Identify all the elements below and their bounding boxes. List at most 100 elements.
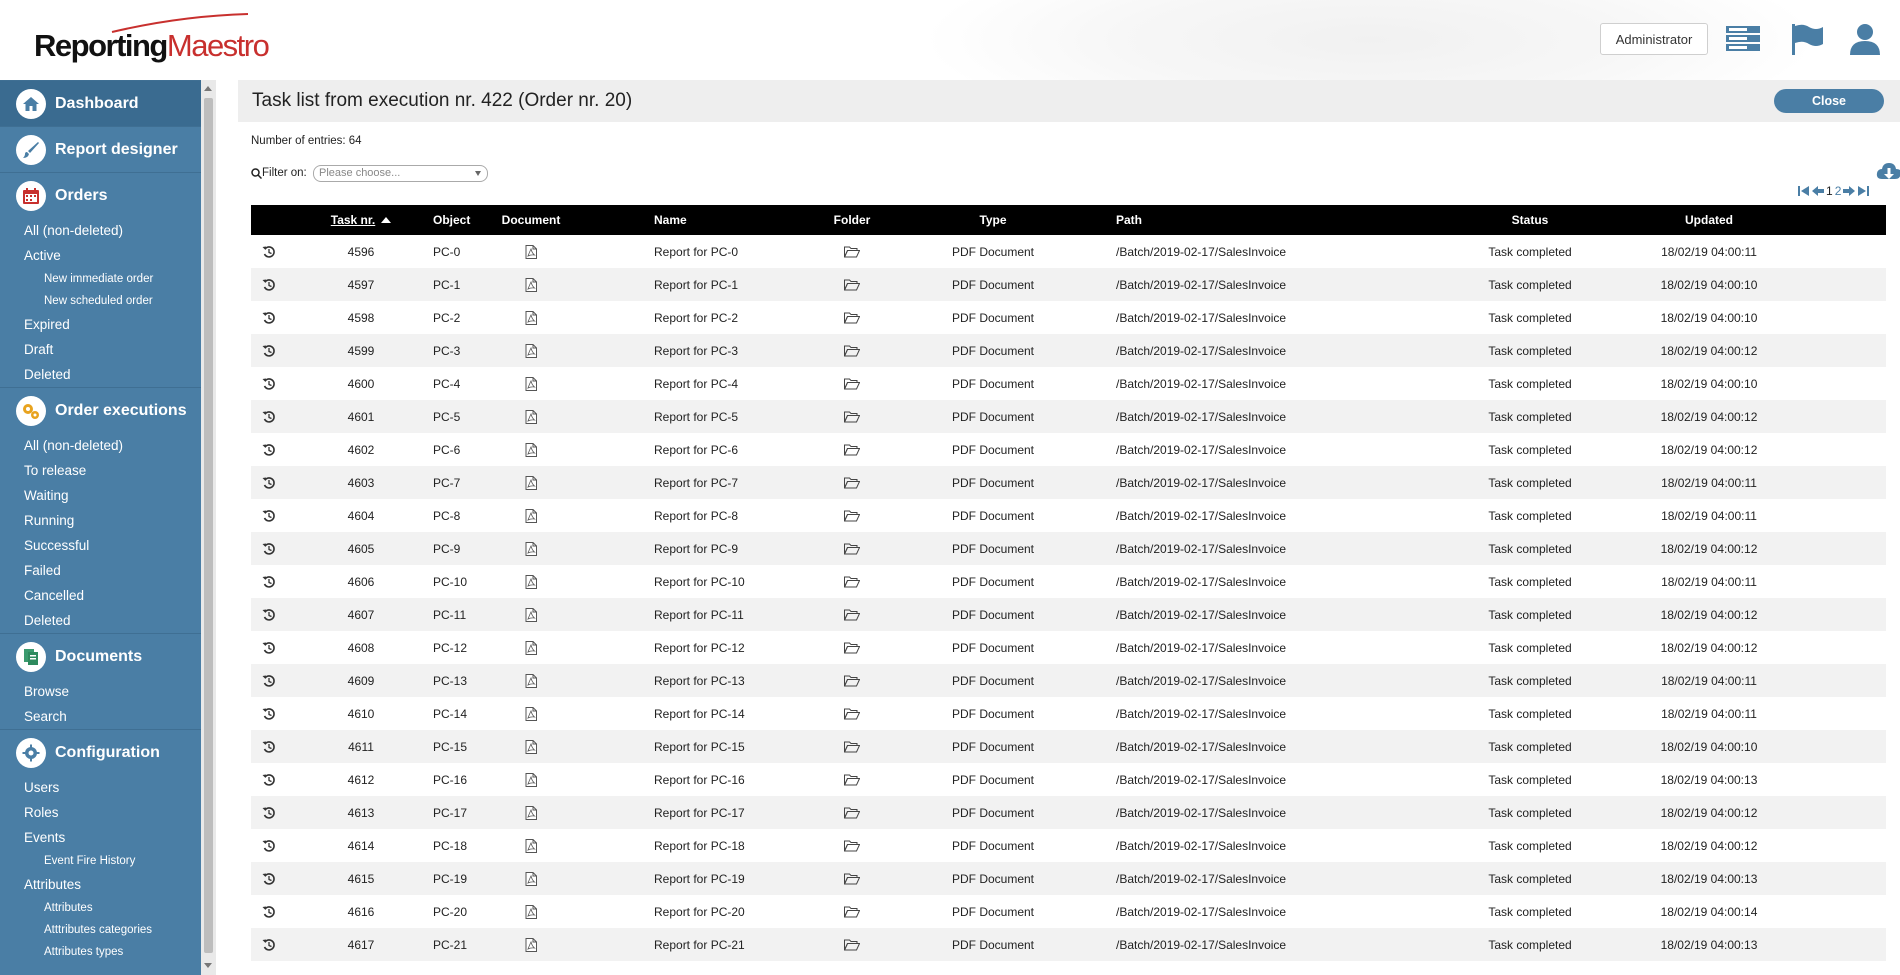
sidebar-section-report-designer[interactable]: Report designer — [0, 126, 201, 172]
sidebar-item-cancelled[interactable]: Cancelled — [0, 583, 201, 608]
last-page-icon[interactable] — [1857, 186, 1870, 196]
sidebar-item-successful[interactable]: Successful — [0, 533, 201, 558]
sidebar-item-browse[interactable]: Browse — [0, 679, 201, 704]
app-logo[interactable]: ReportingMaestro — [34, 28, 270, 64]
column-header-task[interactable]: Task nr. — [321, 205, 401, 235]
cloud-download-icon[interactable] — [1876, 162, 1900, 184]
pdf-icon[interactable] — [471, 466, 591, 499]
sidebar-item-all-non-deleted-[interactable]: All (non-deleted) — [0, 218, 201, 243]
pdf-icon[interactable] — [471, 598, 591, 631]
folder-open-icon[interactable] — [792, 796, 912, 829]
pdf-icon[interactable] — [471, 664, 591, 697]
pdf-icon[interactable] — [471, 862, 591, 895]
history-icon[interactable] — [259, 532, 279, 565]
sidebar-item-waiting[interactable]: Waiting — [0, 483, 201, 508]
column-header-updated[interactable]: Updated — [1634, 205, 1784, 235]
column-header-path[interactable]: Path — [1116, 205, 1376, 235]
filter-select[interactable]: Please choose... — [313, 165, 488, 182]
folder-open-icon[interactable] — [792, 367, 912, 400]
sidebar-scrollbar[interactable] — [201, 80, 216, 975]
sidebar-section-documents[interactable]: Documents — [0, 633, 201, 679]
column-header-type[interactable]: Type — [928, 205, 1058, 235]
pdf-icon[interactable] — [471, 400, 591, 433]
column-header-folder[interactable]: Folder — [792, 205, 912, 235]
folder-open-icon[interactable] — [792, 697, 912, 730]
pdf-icon[interactable] — [471, 631, 591, 664]
sidebar-item-attributes-types[interactable]: Attributes types — [0, 941, 201, 963]
history-icon[interactable] — [259, 433, 279, 466]
pdf-icon[interactable] — [471, 235, 591, 268]
history-icon[interactable] — [259, 367, 279, 400]
pdf-icon[interactable] — [471, 697, 591, 730]
sidebar-item-events[interactable]: Events — [0, 825, 201, 850]
folder-open-icon[interactable] — [792, 334, 912, 367]
pdf-icon[interactable] — [471, 796, 591, 829]
history-icon[interactable] — [259, 400, 279, 433]
folder-open-icon[interactable] — [792, 763, 912, 796]
flag-icon[interactable] — [1789, 22, 1827, 56]
sidebar-section-dashboard[interactable]: Dashboard — [0, 80, 201, 126]
sidebar-item-atttributes-categories[interactable]: Atttributes categories — [0, 919, 201, 941]
scroll-up-arrow-icon[interactable] — [204, 86, 212, 91]
sidebar-item-users[interactable]: Users — [0, 775, 201, 800]
history-icon[interactable] — [259, 796, 279, 829]
pdf-icon[interactable] — [471, 532, 591, 565]
sidebar-item-attributes[interactable]: Attributes — [0, 897, 201, 919]
sidebar-item-new-immediate-order[interactable]: New immediate order — [0, 268, 201, 290]
folder-open-icon[interactable] — [792, 862, 912, 895]
folder-open-icon[interactable] — [792, 301, 912, 334]
pdf-icon[interactable] — [471, 763, 591, 796]
sidebar-item-active[interactable]: Active — [0, 243, 201, 268]
history-icon[interactable] — [259, 499, 279, 532]
sidebar-item-draft[interactable]: Draft — [0, 337, 201, 362]
sidebar-item-failed[interactable]: Failed — [0, 558, 201, 583]
sidebar-item-deleted[interactable]: Deleted — [0, 608, 201, 633]
folder-open-icon[interactable] — [792, 499, 912, 532]
history-icon[interactable] — [259, 334, 279, 367]
history-icon[interactable] — [259, 697, 279, 730]
history-icon[interactable] — [259, 631, 279, 664]
sidebar-item-to-release[interactable]: To release — [0, 458, 201, 483]
user-icon[interactable] — [1846, 22, 1884, 56]
folder-open-icon[interactable] — [792, 631, 912, 664]
sidebar-item-search[interactable]: Search — [0, 704, 201, 729]
prev-page-icon[interactable] — [1812, 186, 1824, 196]
history-icon[interactable] — [259, 895, 279, 928]
pdf-icon[interactable] — [471, 301, 591, 334]
folder-open-icon[interactable] — [792, 235, 912, 268]
pdf-icon[interactable] — [471, 334, 591, 367]
column-header-status[interactable]: Status — [1455, 205, 1605, 235]
history-icon[interactable] — [259, 829, 279, 862]
folder-open-icon[interactable] — [792, 400, 912, 433]
column-header-document[interactable]: Document — [471, 205, 591, 235]
administrator-button[interactable]: Administrator — [1600, 23, 1708, 55]
folder-open-icon[interactable] — [792, 829, 912, 862]
folder-open-icon[interactable] — [792, 532, 912, 565]
sidebar-item-running[interactable]: Running — [0, 508, 201, 533]
sidebar-section-configuration[interactable]: Configuration — [0, 729, 201, 775]
folder-open-icon[interactable] — [792, 664, 912, 697]
folder-open-icon[interactable] — [792, 895, 912, 928]
page-1-link[interactable]: 1 — [1826, 184, 1833, 198]
pdf-icon[interactable] — [471, 895, 591, 928]
pdf-icon[interactable] — [471, 829, 591, 862]
sidebar-section-orders[interactable]: Orders — [0, 172, 201, 218]
history-icon[interactable] — [259, 268, 279, 301]
sidebar-item-expired[interactable]: Expired — [0, 312, 201, 337]
pdf-icon[interactable] — [471, 565, 591, 598]
scrollbar-thumb[interactable] — [204, 98, 213, 953]
history-icon[interactable] — [259, 862, 279, 895]
folder-open-icon[interactable] — [792, 565, 912, 598]
folder-open-icon[interactable] — [792, 268, 912, 301]
folder-open-icon[interactable] — [792, 730, 912, 763]
history-icon[interactable] — [259, 301, 279, 334]
next-page-icon[interactable] — [1843, 186, 1856, 196]
pdf-icon[interactable] — [471, 499, 591, 532]
history-icon[interactable] — [259, 928, 279, 961]
server-icon[interactable] — [1724, 22, 1762, 56]
history-icon[interactable] — [259, 730, 279, 763]
history-icon[interactable] — [259, 466, 279, 499]
folder-open-icon[interactable] — [792, 433, 912, 466]
history-icon[interactable] — [259, 235, 279, 268]
scroll-down-arrow-icon[interactable] — [204, 963, 212, 968]
